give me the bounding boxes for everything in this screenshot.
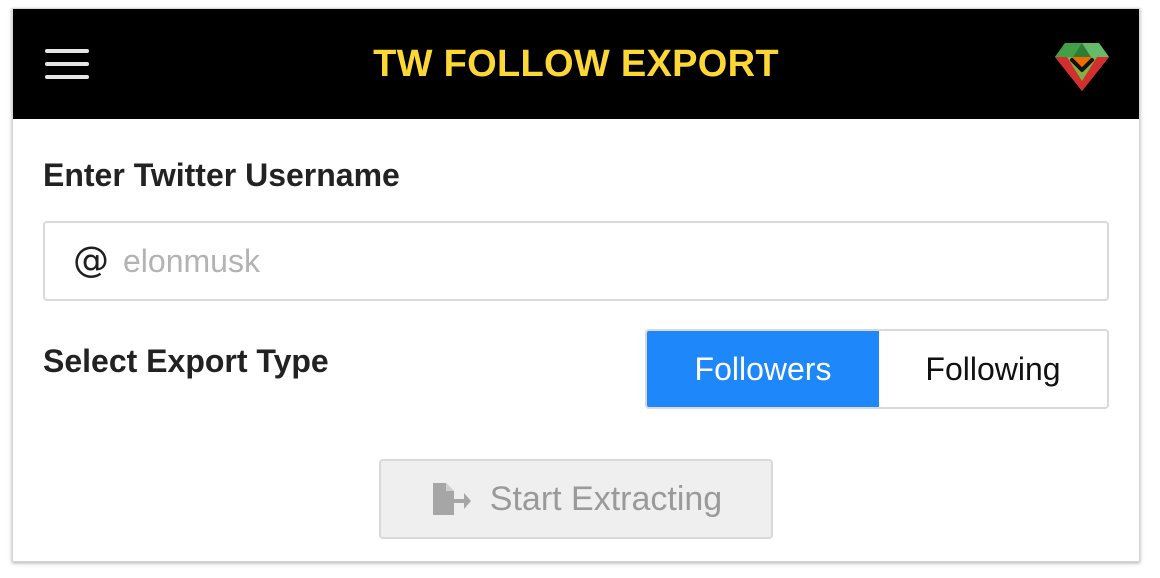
username-label: Enter Twitter Username <box>43 157 400 193</box>
username-input[interactable] <box>123 223 1083 299</box>
extension-popup: TW FOLLOW EXPORT Enter Twitter Username … <box>12 8 1140 562</box>
app-title: TW FOLLOW EXPORT <box>373 43 779 85</box>
gem-logo-icon <box>1055 43 1109 91</box>
at-sign-icon: @ <box>73 240 109 281</box>
start-extracting-label: Start Extracting <box>489 479 723 518</box>
app-header: TW FOLLOW EXPORT <box>13 9 1139 119</box>
following-option[interactable]: Following <box>879 331 1107 407</box>
popup-content: Enter Twitter Username @ Select Export T… <box>13 119 1139 561</box>
file-export-icon <box>432 483 471 515</box>
start-extracting-button[interactable]: Start Extracting <box>379 459 773 539</box>
username-field[interactable]: @ <box>43 221 1109 301</box>
export-type-label: Select Export Type <box>43 343 329 379</box>
followers-option[interactable]: Followers <box>647 331 879 407</box>
export-type-toggle: Followers Following <box>645 329 1109 409</box>
